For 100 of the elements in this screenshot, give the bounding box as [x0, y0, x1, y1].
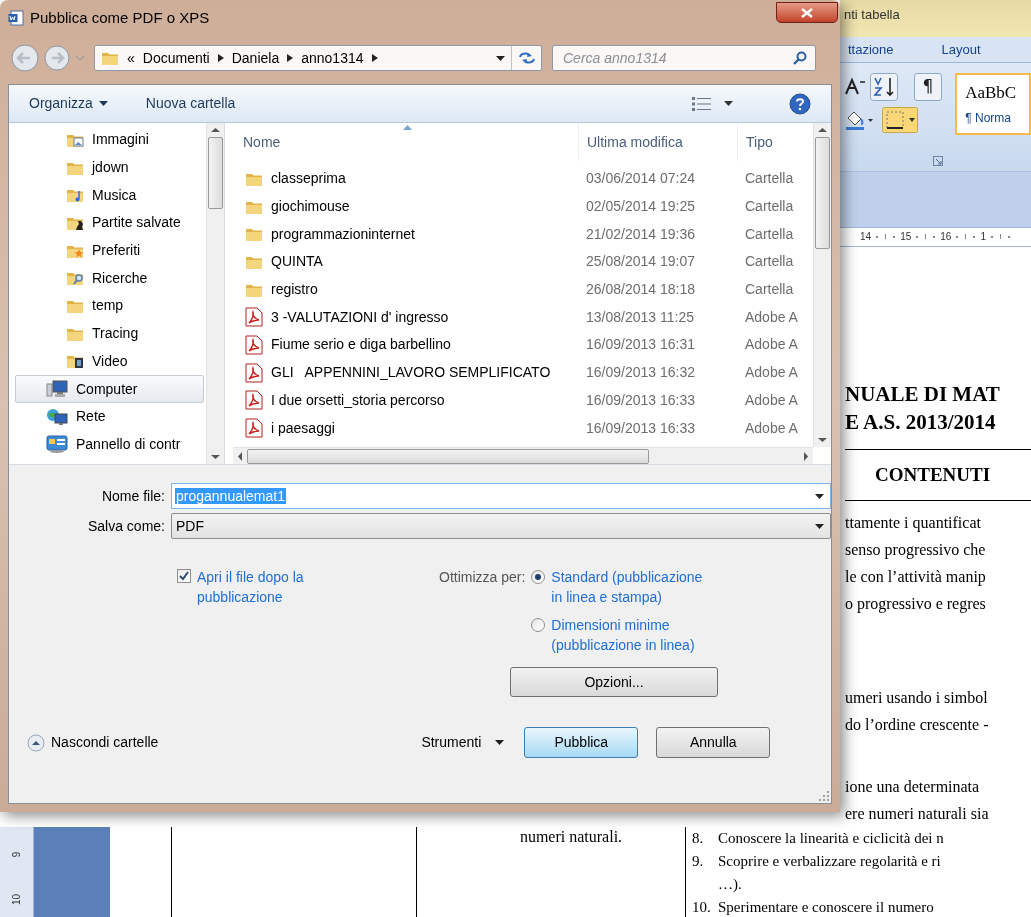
file-type: Adobe A	[744, 335, 798, 355]
scrollbar[interactable]	[206, 123, 224, 464]
section-heading: CONTENUTI	[874, 463, 992, 487]
horizontal-scrollbar[interactable]	[233, 447, 813, 464]
sort-icon[interactable]	[870, 72, 898, 101]
navigation-item[interactable]: temp	[15, 292, 204, 320]
file-name: classeprima	[271, 169, 346, 189]
document-title: E A.S. 2013/2014	[845, 409, 997, 436]
modified-date: 25/08/2014 19:07	[585, 252, 696, 272]
navigation-item[interactable]: Video	[15, 347, 204, 376]
folder-icon	[245, 226, 263, 243]
control-panel-icon	[46, 435, 68, 454]
scrollbar-thumb[interactable]	[208, 137, 223, 209]
file-row[interactable]: GLI APPENNINI_LAVORO SEMPLIFICATO 16/09/2013 16:32 Adobe A	[233, 358, 813, 387]
file-name: programmazioninternet	[271, 224, 415, 244]
file-name: registro	[271, 280, 318, 300]
file-type: Cartella	[744, 224, 794, 244]
file-row[interactable]: I due orsetti_storia percorso 16/09/2013 16:33 Adobe A	[233, 386, 813, 415]
hide-folders-button[interactable]: Nascondi cartelle	[27, 732, 159, 753]
navigation-item[interactable]: Rete	[15, 402, 204, 431]
file-name: QUINTA	[271, 252, 323, 272]
window-title: Pubblica come PDF o XPS	[30, 7, 210, 28]
radio-button[interactable]	[531, 570, 546, 584]
file-row[interactable]: programmazioninternet 21/02/2014 19:36 Cartella	[233, 220, 813, 249]
file-row[interactable]: QUINTA 25/08/2014 19:07 Cartella	[233, 248, 813, 276]
field-label: Nome file:	[100, 486, 166, 506]
view-button[interactable]	[692, 96, 733, 111]
scrollbar-thumb[interactable]	[247, 448, 649, 464]
radio-label[interactable]: Standard (pubblicazione in linea e stampa)	[551, 567, 705, 607]
navigation-item[interactable]: Musica	[15, 181, 204, 210]
file-type: Cartella	[744, 169, 794, 189]
file-row[interactable]: i paesaggi 16/09/2013 16:33 Adobe A	[233, 414, 813, 442]
path-overflow-button[interactable]: «	[127, 47, 135, 69]
cell-text: numeri naturali.	[518, 827, 623, 847]
new-folder-button[interactable]: Nuova cartella	[145, 93, 236, 114]
file-row[interactable]: registro 26/08/2014 18:18 Cartella	[233, 275, 813, 304]
breadcrumb-arrow-icon[interactable]	[287, 54, 294, 62]
file-row[interactable]: classeprima 03/06/2014 07:24 Cartella	[233, 165, 813, 193]
breadcrumb-item[interactable]: anno1314	[301, 47, 364, 69]
checkbox-label[interactable]: Apri il file dopo la pubblicazione	[197, 567, 347, 655]
breadcrumb-item[interactable]: Daniela	[231, 47, 280, 69]
navigation-item[interactable]: Immagini	[15, 126, 204, 154]
navigation-item[interactable]: Preferiti	[15, 236, 204, 265]
list-number: 8.	[692, 829, 705, 848]
column-header[interactable]: Nome	[233, 123, 578, 161]
modified-date: 16/09/2013 16:32	[585, 363, 696, 383]
search-placeholder: Cerca anno1314	[563, 48, 668, 68]
caret-icon	[495, 740, 505, 745]
file-name: GLI APPENNINI_LAVORO SEMPLIFICATO	[271, 363, 551, 383]
navigation-item[interactable]: Computer	[15, 375, 204, 403]
file-name: 3 -VALUTAZIONI d' ingresso	[271, 307, 449, 327]
breadcrumb-arrow-icon[interactable]	[217, 54, 224, 62]
scrollbar[interactable]	[813, 123, 831, 447]
modified-date: 03/06/2014 07:24	[585, 169, 696, 189]
pdf-file-icon	[245, 362, 263, 383]
film-folder-icon	[66, 353, 84, 370]
navigation-item[interactable]: Pannello di contr	[15, 430, 204, 459]
file-name: Fiume serio e diga barbellino	[271, 335, 451, 355]
file-name: i paesaggi	[271, 418, 335, 438]
music-folder-icon	[66, 187, 84, 204]
ribbon-tab[interactable]: Layout	[941, 39, 981, 59]
navigation-item[interactable]: Ricerche	[15, 264, 204, 293]
help-icon[interactable]	[789, 92, 811, 115]
organize-button[interactable]: Organizza	[29, 93, 108, 114]
file-row[interactable]: giochimouse 02/05/2014 19:25 Cartella	[233, 192, 813, 221]
refresh-icon[interactable]	[517, 50, 536, 66]
paragraph-line: ttamente i quantificat	[845, 513, 982, 534]
scrollbar-thumb[interactable]	[815, 137, 830, 249]
style-name: ¶ Norma	[965, 110, 1012, 128]
list-item-text: …).	[718, 875, 742, 894]
breadcrumb-arrow-icon[interactable]	[371, 54, 378, 62]
close-button[interactable]	[776, 2, 838, 23]
field-label: Salva come:	[86, 516, 166, 536]
ribbon-tab[interactable]: ttazione	[848, 39, 894, 59]
paragraph-line: le con l’attività manip	[845, 567, 987, 588]
radio-button[interactable]	[531, 618, 546, 632]
resize-grip-icon[interactable]	[819, 791, 829, 801]
navigation-item[interactable]: jdown	[15, 153, 204, 182]
style-gallery-item[interactable]: AaBbC ¶ Norma	[955, 72, 1031, 135]
pdf-file-icon	[245, 418, 263, 439]
options-button[interactable]: Opzioni...	[510, 667, 718, 697]
breadcrumb-item[interactable]: Documenti	[142, 47, 210, 69]
dialog-launcher-icon[interactable]	[933, 155, 944, 166]
tools-button[interactable]: Strumenti	[421, 732, 505, 753]
column-header[interactable]: Ultima modifica	[578, 123, 737, 161]
file-row[interactable]: Fiume serio e diga barbellino 16/09/2013 16:31 Adobe A	[233, 331, 813, 359]
borders-icon[interactable]	[882, 106, 918, 133]
navigation-item[interactable]: Tracing	[15, 319, 204, 348]
checkbox[interactable]	[177, 569, 191, 583]
address-bar[interactable]: « Documenti Daniela anno1314	[94, 45, 542, 71]
search-icon	[793, 51, 807, 65]
pilcrow-button[interactable]: ¶	[914, 72, 942, 101]
dialog-button[interactable]: Annulla	[656, 727, 771, 758]
contextual-tab-label: nti tabella	[843, 6, 900, 25]
ruler-number: 10	[10, 893, 23, 906]
dialog-button[interactable]: Pubblica	[524, 727, 639, 758]
save-as-dropdown[interactable]: PDF	[171, 513, 831, 539]
navigation-item[interactable]: Partite salvate	[15, 209, 204, 237]
file-row[interactable]: 3 -VALUTAZIONI d' ingresso 13/08/2013 11:25 Adobe A	[233, 303, 813, 332]
radio-label[interactable]: Dimensioni minime (pubblicazione in linea)	[551, 615, 705, 655]
